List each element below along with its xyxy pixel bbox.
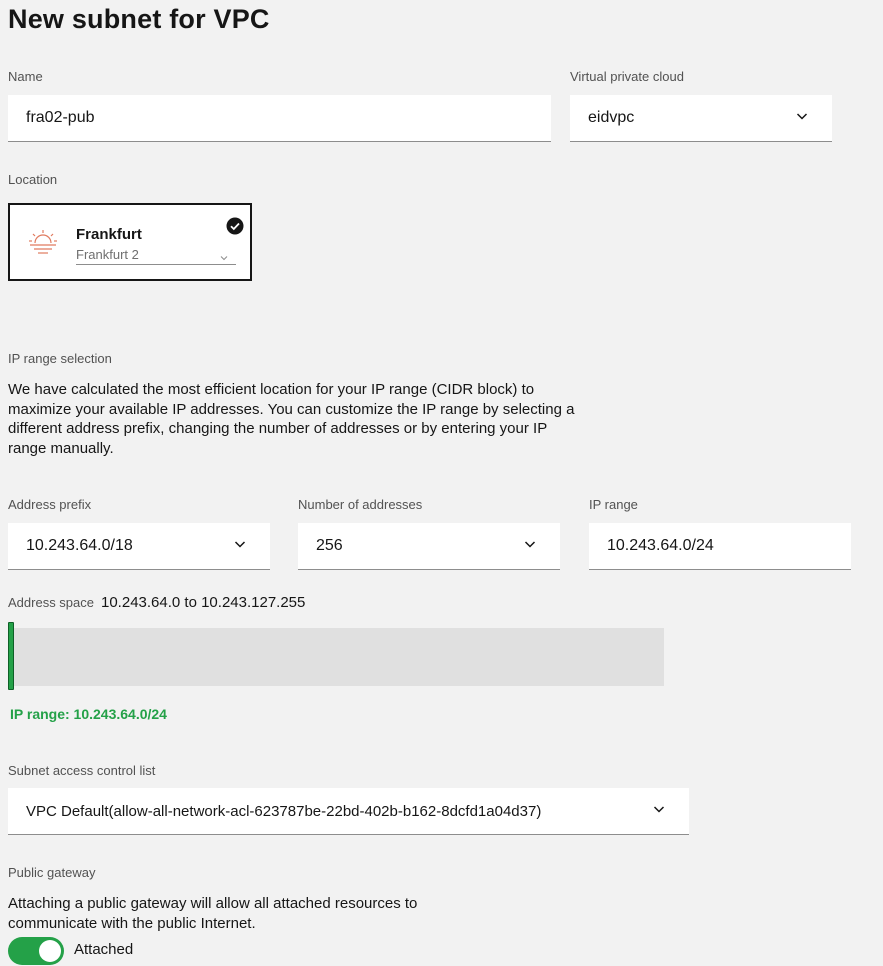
number-of-addresses-label: Number of addresses — [298, 497, 423, 512]
public-gateway-toggle-label: Attached — [74, 941, 134, 958]
name-input-value: fra02-pub — [26, 109, 95, 126]
ip-range-selection-description: We have calculated the most efficient lo… — [8, 380, 708, 458]
ip-range-summary: IP range: 10.243.64.0/24 — [10, 706, 167, 722]
ip-range-input[interactable]: 10.243.64.0/24 — [589, 523, 851, 570]
number-of-addresses-select[interactable]: 256 — [298, 523, 560, 570]
vpc-select-value: eidvpc — [588, 109, 635, 126]
name-input[interactable]: fra02-pub — [8, 95, 551, 142]
ip-range-label: IP range — [589, 497, 638, 512]
toggle-knob — [39, 940, 61, 962]
chevron-down-icon — [220, 250, 228, 261]
location-tile-frankfurt[interactable]: Frankfurt Frankfurt 2 — [8, 203, 252, 281]
public-gateway-toggle[interactable] — [8, 937, 64, 965]
description-line: We have calculated the most efficient lo… — [8, 381, 535, 398]
address-space-value: 10.243.64.0 to 10.243.127.255 — [101, 594, 306, 611]
vpc-label: Virtual private cloud — [570, 69, 684, 84]
location-zone-select[interactable]: Frankfurt 2 — [76, 247, 236, 265]
acl-select-value: VPC Default(allow-all-network-acl-623787… — [26, 802, 542, 820]
acl-select[interactable]: VPC Default(allow-all-network-acl-623787… — [8, 788, 689, 835]
chevron-down-icon — [524, 538, 536, 550]
description-line: range manually. — [8, 439, 114, 457]
acl-label: Subnet access control list — [8, 763, 156, 778]
public-gateway-label: Public gateway — [8, 865, 96, 880]
address-prefix-select[interactable]: 10.243.64.0/18 — [8, 523, 270, 570]
description-line: maximize your available IP addresses. Yo… — [8, 400, 575, 418]
chevron-down-icon — [796, 110, 808, 122]
ip-range-value: 10.243.64.0/24 — [607, 537, 714, 554]
ip-range-selection-label: IP range selection — [8, 351, 112, 366]
checkmark-filled-icon — [226, 217, 244, 235]
description-line: different address prefix, changing the n… — [8, 420, 548, 437]
address-space-row: Address space 10.243.64.0 to 10.243.127.… — [8, 594, 305, 611]
address-space-bar — [8, 628, 664, 686]
chevron-down-icon — [653, 803, 665, 815]
name-label: Name — [8, 69, 43, 84]
page-title: New subnet for VPC — [8, 4, 270, 34]
location-zone-value: Frankfurt 2 — [76, 247, 139, 262]
description-line: communicate with the public Internet. — [8, 914, 256, 932]
chevron-down-icon — [234, 538, 246, 550]
location-city: Frankfurt — [76, 226, 142, 243]
vpc-select[interactable]: eidvpc — [570, 95, 832, 142]
number-of-addresses-value: 256 — [316, 537, 343, 554]
ip-range-marker[interactable] — [8, 622, 14, 690]
address-prefix-label: Address prefix — [8, 497, 92, 512]
address-space-label: Address space — [8, 595, 94, 610]
description-line: Attaching a public gateway will allow al… — [8, 895, 418, 912]
location-label: Location — [8, 172, 58, 187]
address-prefix-value: 10.243.64.0/18 — [26, 537, 133, 554]
public-gateway-description: Attaching a public gateway will allow al… — [8, 894, 608, 933]
sun-horizon-icon — [26, 227, 60, 257]
